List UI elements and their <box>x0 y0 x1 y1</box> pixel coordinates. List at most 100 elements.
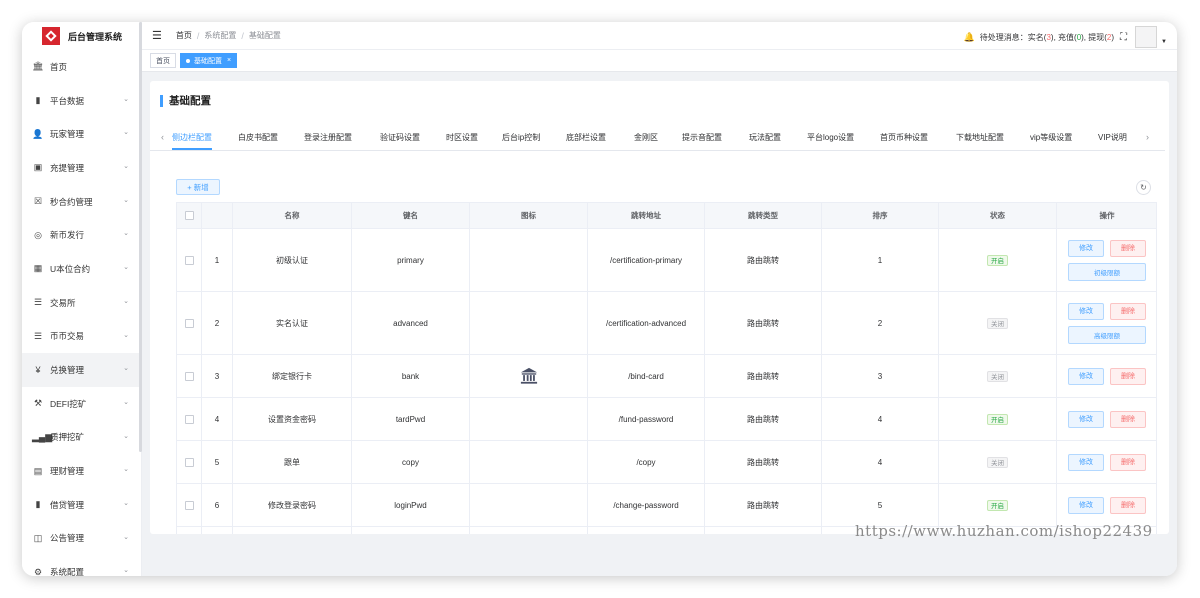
sidebar-item-0[interactable]: 🏛 首页 <box>22 50 141 84</box>
recharge-label[interactable]: ), 充值( <box>1051 32 1077 43</box>
tab-0[interactable]: 侧边栏配置 <box>172 132 212 150</box>
edit-button[interactable]: 修改 <box>1068 367 1104 385</box>
row-checkbox[interactable] <box>184 371 194 381</box>
breadcrumb-home[interactable]: 首页 <box>176 30 192 41</box>
row-key: tardPwd <box>352 398 470 440</box>
delete-button[interactable]: 删除 <box>1110 367 1146 385</box>
edit-button[interactable]: 修改 <box>1068 496 1104 514</box>
tab-5[interactable]: 后台ip控制 <box>502 132 540 150</box>
contract-icon: ☒ <box>33 196 43 207</box>
sidebar-item-5[interactable]: ◎ 新币发行 ⌄ <box>22 218 141 252</box>
chevron-down-icon: ⌄ <box>123 398 129 406</box>
sidebar-item-label: DEFI挖矿 <box>50 398 87 409</box>
sidebar-item-6[interactable]: ▦ U本位合约 ⌄ <box>22 252 141 286</box>
empty-cell <box>588 527 705 534</box>
delete-button[interactable]: 删除 <box>1110 239 1146 257</box>
table-row[interactable]: 1 初级认证 primary/certification-primary 路由跳转 1 开… <box>177 229 1156 292</box>
delete-button[interactable]: 删除 <box>1110 410 1146 428</box>
sidebar-item-4[interactable]: ☒ 秒合约管理 ⌄ <box>22 185 141 219</box>
row-url: /certification-primary <box>588 229 705 291</box>
select-all-column[interactable] <box>177 203 202 228</box>
sidebar-item-label: 充提管理 <box>50 162 85 173</box>
tab-11[interactable]: 首页币种设置 <box>880 132 928 150</box>
sidebar-item-11[interactable]: ▂▄▆ 质押挖矿 ⌄ <box>22 421 141 455</box>
column-header: 操作 <box>1057 203 1156 228</box>
row-name: 设置资金密码 <box>233 398 352 440</box>
breadcrumb-system[interactable]: 系统配置 <box>204 30 236 41</box>
row-checkbox[interactable] <box>184 500 194 510</box>
edit-button[interactable]: 修改 <box>1068 239 1104 257</box>
sidebar-item-9[interactable]: ¥ 兑换管理 ⌄ <box>22 353 141 387</box>
chevron-left-icon[interactable]: ‹ <box>161 132 164 142</box>
sidebar-item-13[interactable]: ▮ 借贷管理 ⌄ <box>22 488 141 522</box>
row-checkbox[interactable] <box>184 318 194 328</box>
table-row[interactable]: 5 跟单 copy/copy 路由跳转 4 关闭 修改 删除 <box>177 441 1156 484</box>
avatar[interactable] <box>1135 26 1158 48</box>
tab-12[interactable]: 下载地址配置 <box>956 132 1004 150</box>
sidebar-item-14[interactable]: ◫ 公告管理 ⌄ <box>22 522 141 556</box>
tab-8[interactable]: 提示音配置 <box>682 132 722 150</box>
row-jump-type: 路由跳转 <box>705 441 822 483</box>
close-icon[interactable]: × <box>227 57 231 64</box>
sidebar-item-3[interactable]: ▣ 充提管理 ⌄ <box>22 151 141 185</box>
sidebar-item-1[interactable]: ▮ 平台数据 ⌄ <box>22 84 141 118</box>
table-row[interactable]: 6 修改登录密码 loginPwd/change-password 路由跳转 5 开启 修改… <box>177 484 1156 527</box>
sidebar-item-10[interactable]: ⚒ DEFI挖矿 ⌄ <box>22 387 141 421</box>
column-header: 键名 <box>352 203 470 228</box>
tab-2[interactable]: 登录注册配置 <box>304 132 352 150</box>
fullscreen-icon[interactable]: ⛶ <box>1120 32 1127 43</box>
add-button[interactable]: + 新增 <box>176 179 220 195</box>
delete-button[interactable]: 删除 <box>1110 496 1146 514</box>
limit-button[interactable]: 高级限额 <box>1068 325 1146 344</box>
row-sort: 4 <box>822 441 939 483</box>
sidebar-item-7[interactable]: ☰ 交易所 ⌄ <box>22 286 141 320</box>
refresh-icon[interactable]: ↻ <box>1136 180 1151 195</box>
menu-toggle-icon[interactable]: ☰ <box>152 29 162 42</box>
page-title: 基础配置 <box>160 95 211 107</box>
kyc-label[interactable]: 实名( <box>1028 32 1047 43</box>
tab-4[interactable]: 时区设置 <box>446 132 478 150</box>
row-checkbox[interactable] <box>184 457 194 467</box>
row-sort: 4 <box>822 398 939 440</box>
row-index: 1 <box>202 229 233 291</box>
tab-6[interactable]: 底部栏设置 <box>566 132 606 150</box>
sidebar-item-8[interactable]: ☰ 币币交易 ⌄ <box>22 320 141 354</box>
chevron-right-icon[interactable]: › <box>1146 132 1149 142</box>
edit-button[interactable]: 修改 <box>1068 410 1104 428</box>
table-row[interactable]: 3 绑定银行卡 bank/bind-card 路由跳转 3 关闭 修改 删除 <box>177 355 1156 398</box>
tag-home[interactable]: 首页 <box>150 53 176 68</box>
sidebar-item-15[interactable]: ⚙ 系统配置 ⌄ <box>22 555 141 576</box>
delete-button[interactable]: 删除 <box>1110 453 1146 471</box>
empty-cell <box>470 527 588 534</box>
caret-down-icon[interactable]: ▼ <box>1161 39 1167 45</box>
table-row[interactable]: 4 设置资金密码 tardPwd/fund-password 路由跳转 4 开启 修改 删除 <box>177 398 1156 441</box>
action-buttons: 修改 删除 <box>1065 367 1149 385</box>
select-all-checkbox[interactable] <box>184 211 194 220</box>
column-header: 名称 <box>233 203 352 228</box>
sidebar-item-2[interactable]: 👤 玩家管理 ⌄ <box>22 117 141 151</box>
empty-cell <box>705 527 822 534</box>
status-badge: 开启 <box>987 254 1008 266</box>
tab-1[interactable]: 白皮书配置 <box>238 132 278 150</box>
tab-3[interactable]: 验证码设置 <box>380 132 420 150</box>
row-checkbox[interactable] <box>184 414 194 424</box>
edit-button[interactable]: 修改 <box>1068 453 1104 471</box>
tag-basic-config[interactable]: 基础配置 × <box>180 53 238 68</box>
tab-14[interactable]: VIP说明 <box>1098 132 1127 150</box>
logo[interactable]: 后台管理系统 <box>22 22 141 50</box>
withdraw-label[interactable]: ), 提现( <box>1081 32 1107 43</box>
edit-button[interactable]: 修改 <box>1068 302 1104 320</box>
tab-10[interactable]: 平台logo设置 <box>807 132 854 150</box>
limit-button[interactable]: 初级限额 <box>1068 262 1146 281</box>
sidebar-item-label: 平台数据 <box>50 95 85 106</box>
row-select-cell <box>177 484 202 526</box>
tab-7[interactable]: 金刚区 <box>634 132 658 150</box>
bell-icon[interactable]: 🔔 <box>964 32 975 43</box>
row-checkbox[interactable] <box>184 255 194 265</box>
tab-9[interactable]: 玩法配置 <box>749 132 781 150</box>
sidebar-item-label: 借贷管理 <box>50 499 85 510</box>
table-row[interactable]: 2 实名认证 advanced/certification-advanced 路由跳转… <box>177 292 1156 355</box>
sidebar-item-12[interactable]: ▤ 理财管理 ⌄ <box>22 454 141 488</box>
delete-button[interactable]: 删除 <box>1110 302 1146 320</box>
tab-13[interactable]: vip等级设置 <box>1030 132 1072 150</box>
